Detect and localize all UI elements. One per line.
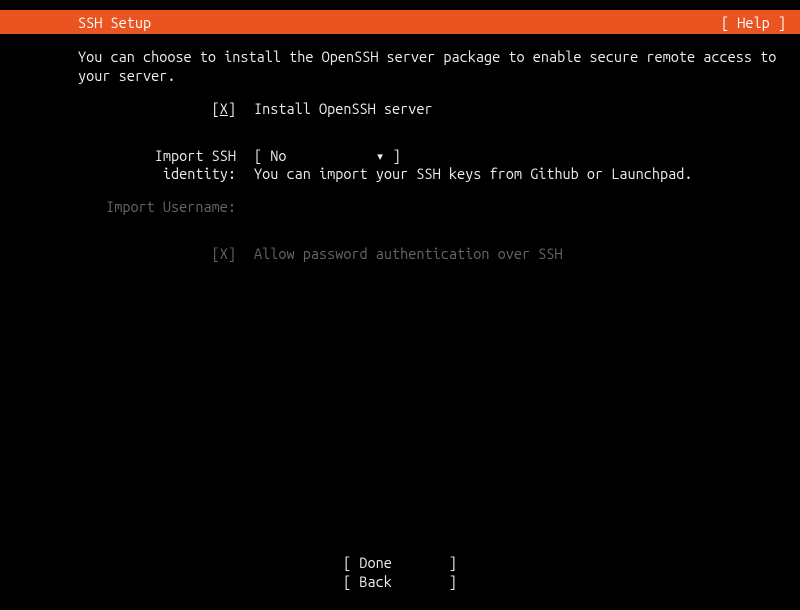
- import-identity-row: Import SSH identity: [ No ▾ ] You can im…: [78, 147, 800, 185]
- back-button[interactable]: [ Back ]: [0, 573, 800, 592]
- install-openssh-checkbox[interactable]: [X]: [212, 100, 236, 119]
- allow-password-row: [X] Allow password authentication over S…: [78, 245, 800, 264]
- page-title: SSH Setup: [0, 14, 151, 31]
- import-username-row: Import Username:: [78, 198, 800, 217]
- allow-password-checkbox[interactable]: [X]: [212, 245, 236, 264]
- done-button[interactable]: [ Done ]: [0, 554, 800, 573]
- import-identity-label: Import SSH identity:: [78, 147, 254, 185]
- import-identity-hint: You can import your SSH keys from Github…: [254, 165, 800, 184]
- allowpw-checkbox-cell: [X]: [78, 245, 254, 264]
- install-openssh-label: Install OpenSSH server: [254, 100, 800, 119]
- header-bar: SSH Setup [ Help ]: [0, 10, 800, 34]
- intro-text: You can choose to install the OpenSSH se…: [78, 48, 800, 86]
- allow-password-label: Allow password authentication over SSH: [254, 245, 800, 264]
- install-openssh-row: [X] Install OpenSSH server: [78, 100, 800, 119]
- import-identity-dropdown[interactable]: [ No ▾ ]: [254, 147, 401, 166]
- import-username-label: Import Username:: [78, 198, 254, 217]
- install-checkbox-cell: [X]: [78, 100, 254, 119]
- content-area: You can choose to install the OpenSSH se…: [0, 34, 800, 264]
- footer-buttons: [ Done ] [ Back ]: [0, 554, 800, 592]
- help-button[interactable]: [ Help ]: [721, 14, 786, 31]
